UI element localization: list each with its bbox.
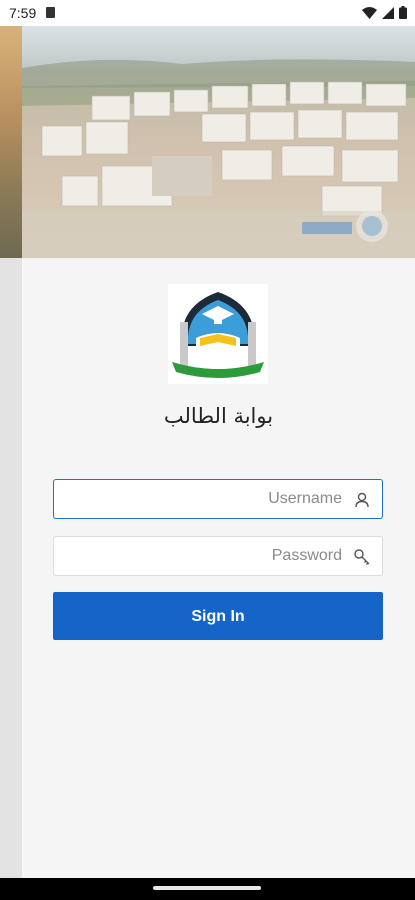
username-input[interactable] xyxy=(54,480,382,518)
university-emblem xyxy=(168,284,268,384)
wifi-icon xyxy=(362,6,377,19)
drawer-edge[interactable] xyxy=(0,26,22,878)
campus-header-image xyxy=(22,26,415,258)
status-time: 7:59 xyxy=(9,5,37,21)
key-icon xyxy=(354,549,370,565)
drawer-edge-photo xyxy=(0,26,22,258)
battery-icon xyxy=(399,6,407,19)
university-logo xyxy=(168,284,268,384)
username-field[interactable] xyxy=(53,479,383,519)
status-icons xyxy=(362,6,407,19)
password-input[interactable] xyxy=(54,537,382,575)
sd-card-icon xyxy=(46,7,55,18)
campus-aerial-photo xyxy=(22,26,415,258)
home-gesture-handle[interactable] xyxy=(153,886,261,890)
sign-in-button[interactable]: Sign In xyxy=(53,592,383,640)
password-field[interactable] xyxy=(53,536,383,576)
status-bar: 7:59 xyxy=(0,0,415,26)
signal-icon xyxy=(382,6,394,19)
portal-title: بوابة الطالب xyxy=(163,404,274,428)
user-icon xyxy=(355,492,369,508)
